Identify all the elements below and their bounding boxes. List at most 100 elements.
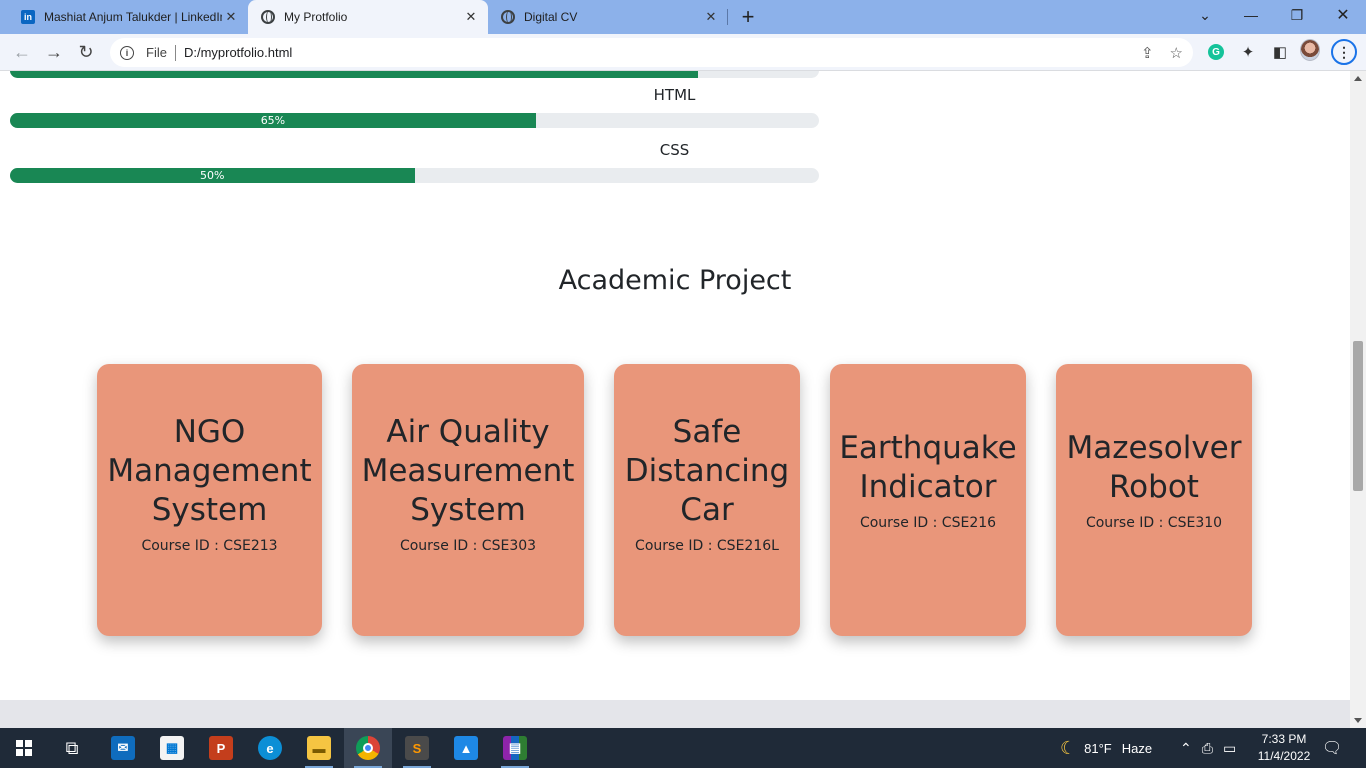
battery-icon[interactable]: ▭ [1223, 740, 1236, 757]
progress-fill [10, 71, 698, 78]
tab-title: My Protfolio [284, 10, 348, 24]
photos-icon: ▲ [454, 736, 478, 760]
taskbar-edge[interactable]: e [246, 728, 294, 768]
window-close-button[interactable]: ✕ [1320, 0, 1366, 30]
divider [174, 44, 176, 61]
project-name: Safe Distancing Car [624, 413, 790, 528]
browser-tabstrip: in Mashiat Anjum Talukder | LinkedIn ✕ M… [0, 0, 1366, 34]
store-icon: ▦ [160, 736, 184, 760]
bookmark-star-icon[interactable]: ☆ [1170, 44, 1183, 62]
tab-divider [727, 9, 728, 25]
notifications-button[interactable]: 🗨 [1322, 728, 1342, 768]
url-text[interactable]: D:/myprotfolio.html [184, 45, 292, 60]
progress-fill: 50% [10, 168, 415, 183]
edge-icon: e [258, 736, 282, 760]
taskbar-store[interactable]: ▦ [148, 728, 196, 768]
tab-title: Digital CV [524, 10, 578, 24]
close-icon[interactable]: ✕ [462, 8, 480, 26]
project-name: NGO Management System [107, 413, 312, 528]
close-icon[interactable]: ✕ [222, 8, 240, 26]
moon-cloud-icon: ☾ [1060, 737, 1077, 758]
skill-label-css: CSS [659, 141, 690, 159]
weather-temp: 81°F [1084, 740, 1112, 756]
clock-time: 7:33 PM [1261, 732, 1307, 746]
notification-icon: 🗨 [1322, 740, 1343, 757]
progress-css: 50% [10, 168, 819, 183]
powerpoint-icon: P [209, 736, 233, 760]
tab-digital-cv[interactable]: Digital CV ✕ [488, 0, 728, 34]
sublime-text-icon: S [405, 736, 429, 760]
start-button[interactable] [0, 728, 48, 768]
taskbar-file-explorer[interactable]: ▬ [295, 728, 343, 768]
windows-logo-icon [16, 740, 32, 756]
taskbar-photos[interactable]: ▲ [442, 728, 490, 768]
project-name: Mazesolver Robot [1066, 430, 1242, 505]
page-footer-band [0, 700, 1350, 728]
taskbar-mail[interactable]: ✉ [99, 728, 147, 768]
page-viewport: HTML 65% CSS 50% Academic Project NGO Ma… [0, 71, 1350, 728]
back-button[interactable]: ← [8, 38, 36, 66]
globe-icon [500, 9, 516, 25]
winrar-icon: ▤ [503, 736, 527, 760]
address-bar[interactable]: i File D:/myprotfolio.html ⇪ ☆ [110, 38, 1193, 67]
mail-icon: ✉ [111, 736, 135, 760]
clock-date: 11/4/2022 [1257, 749, 1311, 763]
course-id: Course ID : CSE216 [859, 515, 997, 531]
project-card[interactable]: Air Quality Measurement System Course ID… [352, 364, 584, 636]
restore-button[interactable]: ❐ [1274, 0, 1320, 30]
skill-label-html: HTML [653, 86, 696, 104]
progress-previous-skill [10, 71, 819, 78]
tab-title: Mashiat Anjum Talukder | LinkedIn [44, 10, 222, 24]
reload-button[interactable]: ↻ [72, 38, 100, 66]
taskbar-clock[interactable]: 7:33 PM 11/4/2022 [1248, 731, 1320, 765]
course-id: Course ID : CSE303 [399, 537, 537, 554]
taskbar-chrome[interactable] [344, 728, 392, 768]
section-title: Academic Project [558, 265, 792, 296]
new-tab-button[interactable]: + [736, 4, 760, 29]
chrome-icon [356, 736, 380, 760]
info-icon[interactable]: i [120, 45, 134, 60]
scroll-down-arrow[interactable] [1354, 718, 1362, 723]
minimize-button[interactable]: — [1228, 0, 1274, 30]
grammarly-extension-icon[interactable]: G [1206, 42, 1226, 62]
forward-button[interactable]: → [40, 38, 68, 66]
project-card[interactable]: Safe Distancing Car Course ID : CSE216L [614, 364, 800, 636]
progress-html: 65% [10, 113, 819, 128]
course-id: Course ID : CSE310 [1085, 515, 1223, 531]
task-view-icon: ⧉ [65, 737, 79, 758]
course-id: Course ID : CSE213 [141, 537, 278, 554]
folder-icon: ▬ [307, 736, 331, 760]
browser-menu-button[interactable]: ⋮ [1331, 39, 1357, 65]
taskbar-winrar[interactable]: ▤ [491, 728, 539, 768]
windows-taskbar: ⧉ ✉ ▦ P e ▬ S ▲ ▤ ☾ 81°F Haze ⌃ ⎙ ▭ 7:33… [0, 728, 1366, 768]
system-tray: ⌃ ⎙ ▭ [1180, 728, 1236, 768]
meet-now-icon[interactable]: ⎙ [1202, 740, 1213, 757]
taskbar-sublime-text[interactable]: S [393, 728, 441, 768]
task-view-button[interactable]: ⧉ [48, 728, 96, 768]
globe-icon [260, 9, 276, 25]
weather-condition: Haze [1121, 740, 1153, 756]
close-icon[interactable]: ✕ [702, 8, 720, 26]
chevron-up-icon[interactable]: ⌃ [1180, 740, 1192, 757]
profile-avatar[interactable] [1300, 39, 1320, 61]
tab-linkedin[interactable]: in Mashiat Anjum Talukder | LinkedIn ✕ [8, 0, 248, 34]
page-scrollbar[interactable] [1350, 71, 1366, 728]
progress-fill: 65% [10, 113, 536, 128]
browser-toolbar: ← → ↻ i File D:/myprotfolio.html ⇪ ☆ G ✦… [0, 34, 1366, 71]
project-card[interactable]: NGO Management System Course ID : CSE213 [97, 364, 322, 636]
scroll-up-arrow[interactable] [1354, 76, 1362, 81]
tab-search-button[interactable]: ⌄ [1182, 0, 1228, 30]
scheme-label: File [146, 45, 167, 60]
linkedin-icon: in [20, 9, 36, 25]
project-card[interactable]: Mazesolver Robot Course ID : CSE310 [1056, 364, 1252, 636]
weather-widget[interactable]: ☾ 81°F Haze [1060, 728, 1152, 768]
side-panel-icon[interactable]: ◧ [1270, 42, 1290, 62]
project-name: Earthquake Indicator [839, 430, 1017, 505]
project-card[interactable]: Earthquake Indicator Course ID : CSE216 [830, 364, 1026, 636]
tab-my-protfolio[interactable]: My Protfolio ✕ [248, 0, 488, 34]
scroll-thumb[interactable] [1353, 341, 1363, 491]
extensions-puzzle-icon[interactable]: ✦ [1238, 42, 1258, 62]
taskbar-powerpoint[interactable]: P [197, 728, 245, 768]
share-icon[interactable]: ⇪ [1141, 44, 1154, 62]
project-name: Air Quality Measurement System [361, 413, 575, 528]
